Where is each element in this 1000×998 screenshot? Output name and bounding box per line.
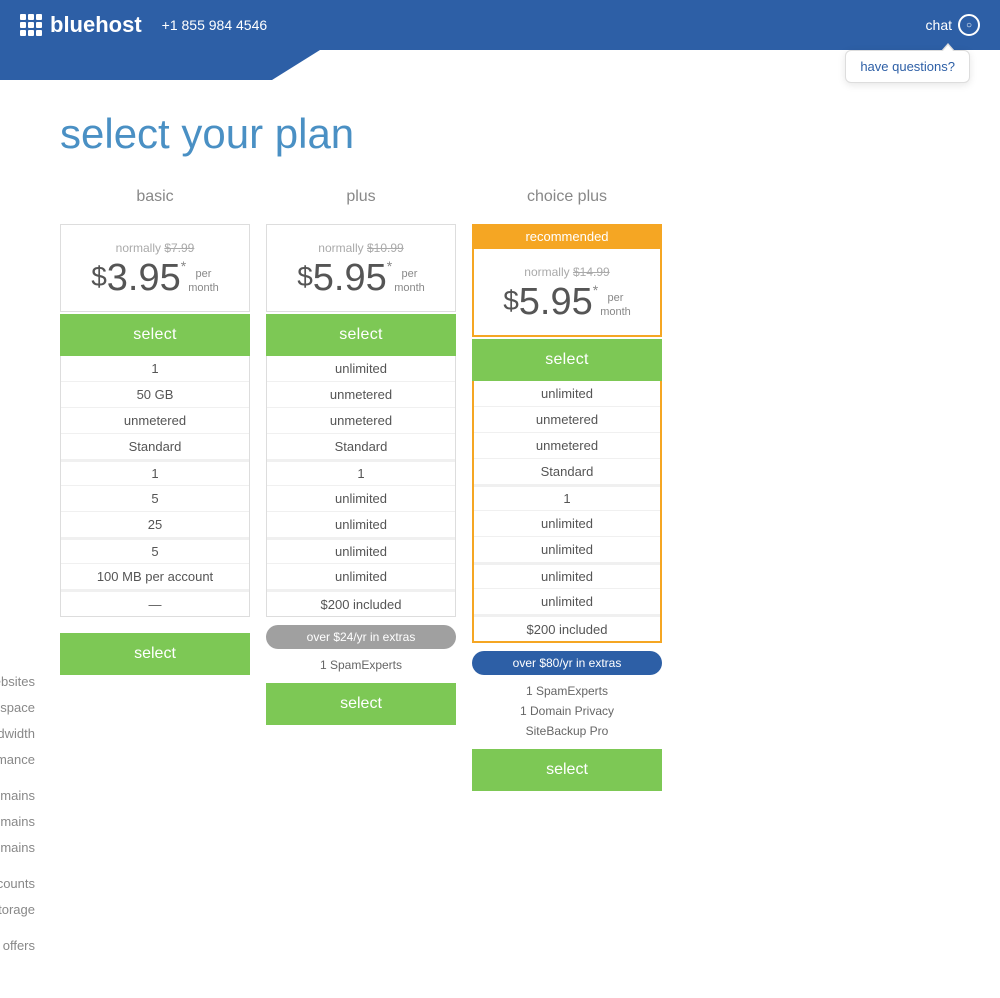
plan-plus-price-box: normally $10.99 $5.95* permonth — [266, 224, 456, 312]
chat-button[interactable]: chat ○ — [926, 14, 980, 36]
plan-basic-marketing-offers: — — [61, 590, 249, 616]
plan-basic-email-accounts: 5 — [61, 538, 249, 564]
label-websites: websites — [0, 668, 50, 694]
plan-basic-website-space: 50 GB — [61, 382, 249, 408]
plan-basic-sub-domains: 25 — [61, 512, 249, 538]
chat-bubble-icon: ○ — [958, 14, 980, 36]
plan-plus-select-top[interactable]: select — [266, 314, 456, 356]
plan-basic-inner: basic normally $7.99 $3.95* permonth sel… — [60, 188, 250, 675]
plan-choice-plus-extras: over $80/yr in extras 1 SpamExperts 1 Do… — [472, 651, 662, 791]
plan-choice-plus-price-box: normally $14.99 $5.95* permonth — [472, 249, 662, 337]
plan-basic-per-month: permonth — [188, 267, 219, 296]
plan-basic-parked-domains: 5 — [61, 486, 249, 512]
plan-choice-plus-select-top[interactable]: select — [472, 339, 662, 381]
plan-choice-plus-email-storage: unlimited — [474, 589, 660, 615]
label-email-accounts: email accounts — [0, 870, 50, 896]
plan-choice-plus-extras-badge: over $80/yr in extras — [472, 651, 662, 675]
plan-basic-select-bottom[interactable]: select — [60, 633, 250, 675]
plan-plus-parked-domains: unlimited — [267, 486, 455, 512]
plan-plus-extras-badge: over $24/yr in extras — [266, 625, 456, 649]
plan-plus-price: $5.95* — [297, 259, 392, 297]
header-left: bluehost +1 855 984 4546 — [20, 12, 267, 38]
phone-number[interactable]: +1 855 984 4546 — [162, 17, 268, 33]
plan-choice-plus-website-space: unmetered — [474, 407, 660, 433]
plan-plus-per-month: permonth — [394, 267, 425, 296]
plan-plus-marketing-offers: $200 included — [267, 590, 455, 616]
plan-plus-sub-domains: unlimited — [267, 512, 455, 538]
label-website-space: website space — [0, 694, 50, 720]
plan-basic-price: $3.95* — [91, 259, 186, 297]
plan-choice-plus-performance: Standard — [474, 459, 660, 485]
plan-plus-extras: over $24/yr in extras 1 SpamExperts sele… — [266, 625, 456, 725]
plan-choice-plus-inner: choice plus recommended normally $14.99 … — [472, 188, 662, 791]
plan-choice-plus-email-accounts: unlimited — [474, 563, 660, 589]
logo-text: bluehost — [50, 12, 142, 38]
plan-choice-plus-extras-item-0: 1 SpamExperts — [472, 681, 662, 701]
price-spacer — [0, 428, 50, 668]
plan-basic-select-top[interactable]: select — [60, 314, 250, 356]
chat-tooltip: have questions? — [845, 50, 970, 83]
plan-choice-plus-title: choice plus — [472, 188, 662, 214]
logo[interactable]: bluehost — [20, 12, 142, 38]
plan-choice-plus-per-month: permonth — [600, 291, 631, 320]
label-parked-domains: parked domains — [0, 808, 50, 834]
chat-label: chat — [926, 17, 952, 33]
header: bluehost +1 855 984 4546 chat ○ have que… — [0, 0, 1000, 50]
plan-basic-title: basic — [60, 188, 250, 214]
plan-basic-features: 1 50 GB unmetered Standard 1 5 25 5 100 … — [60, 356, 250, 617]
plan-plus-websites: unlimited — [267, 356, 455, 382]
plan-plus-email-storage: unlimited — [267, 564, 455, 590]
plan-choice-plus-extras-item-1: 1 Domain Privacy — [472, 701, 662, 721]
plan-basic-email-storage: 100 MB per account — [61, 564, 249, 590]
plan-plus-website-space: unmetered — [267, 382, 455, 408]
plan-plus-bandwidth: unmetered — [267, 408, 455, 434]
plan-plus-strikethrough: $10.99 — [367, 241, 404, 255]
plan-basic-performance: Standard — [61, 434, 249, 460]
plan-choice-plus-parked-domains: unlimited — [474, 511, 660, 537]
plan-choice-plus-normally: normally $14.99 — [486, 265, 648, 279]
plan-plus-normally: normally $10.99 — [279, 241, 443, 255]
plan-plus-select-bottom[interactable]: select — [266, 683, 456, 725]
plan-choice-plus-included-domains: 1 — [474, 485, 660, 511]
plan-basic-bandwidth: unmetered — [61, 408, 249, 434]
plan-choice-plus-marketing-offers: $200 included — [474, 615, 660, 641]
label-sub-domains: sub domains — [0, 834, 50, 860]
pricing-layout: websites website space bandwidth perform… — [60, 188, 940, 958]
recommended-badge: recommended — [472, 224, 662, 249]
label-marketing-offers: marketing offers — [0, 932, 50, 958]
plan-plus-included-domains: 1 — [267, 460, 455, 486]
plan-plus-extras-item-0: 1 SpamExperts — [266, 655, 456, 675]
label-bandwidth: bandwidth — [0, 720, 50, 746]
plan-plus-title: plus — [266, 188, 456, 214]
plan-basic-price-box: normally $7.99 $3.95* permonth — [60, 224, 250, 312]
plan-basic-normally: normally $7.99 — [73, 241, 237, 255]
plan-basic-websites: 1 — [61, 356, 249, 382]
label-included-domains: included domains — [0, 782, 50, 808]
logo-grid-icon — [20, 14, 42, 36]
plan-choice-plus-sub-domains: unlimited — [474, 537, 660, 563]
plan-choice-plus: choice plus recommended normally $14.99 … — [472, 188, 662, 791]
plans-wrapper: basic normally $7.99 $3.95* permonth sel… — [60, 188, 662, 958]
plan-choice-plus-websites: unlimited — [474, 381, 660, 407]
feature-labels-column: websites website space bandwidth perform… — [0, 188, 60, 958]
plan-plus-email-accounts: unlimited — [267, 538, 455, 564]
plan-basic-strikethrough: $7.99 — [164, 241, 194, 255]
plan-choice-plus-features: unlimited unmetered unmetered Standard 1… — [472, 381, 662, 643]
plan-choice-plus-select-bottom[interactable]: select — [472, 749, 662, 791]
plan-basic-included-domains: 1 — [61, 460, 249, 486]
plan-plus-inner: plus normally $10.99 $5.95* permonth sel… — [266, 188, 456, 725]
plan-choice-plus-extras-item-2: SiteBackup Pro — [472, 721, 662, 741]
label-performance: performance — [0, 746, 50, 772]
plan-plus-features: unlimited unmetered unmetered Standard 1… — [266, 356, 456, 617]
plan-basic: basic normally $7.99 $3.95* permonth sel… — [60, 188, 250, 675]
plan-choice-plus-strikethrough: $14.99 — [573, 265, 610, 279]
plan-plus: plus normally $10.99 $5.95* permonth sel… — [266, 188, 456, 725]
plan-basic-bottom-actions: select — [60, 625, 250, 675]
plan-choice-plus-price: $5.95* — [503, 283, 598, 321]
plan-choice-plus-bandwidth: unmetered — [474, 433, 660, 459]
label-email-storage: email storage — [0, 896, 50, 922]
main-content: select your plan websites website space … — [0, 80, 1000, 998]
plan-plus-performance: Standard — [267, 434, 455, 460]
page-title: select your plan — [60, 110, 940, 158]
